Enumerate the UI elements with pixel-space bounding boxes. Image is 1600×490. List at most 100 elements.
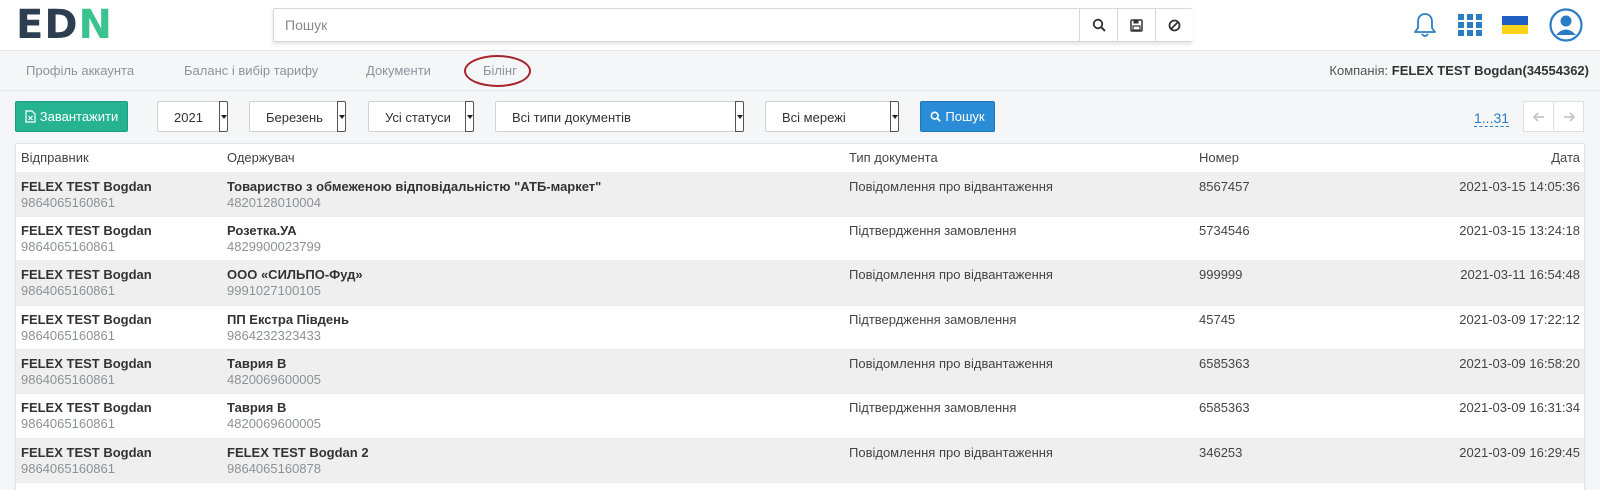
ban-icon [1168, 19, 1181, 31]
month-value: Березень [266, 110, 323, 125]
arrow-right-icon [1563, 111, 1575, 122]
sender-gln: 9864065160861 [21, 372, 115, 387]
company-info: Компанія: FELEX TEST Bogdan(34554362) [1329, 63, 1589, 79]
sender-gln: 9864065160861 [21, 239, 115, 254]
receiver-name: Таврия В [227, 356, 287, 371]
doc-number: 5734546 [1199, 223, 1250, 238]
prev-page-button[interactable] [1523, 101, 1554, 132]
table-header: Відправник Одержувач Тип документа Номер… [16, 144, 1584, 172]
sender-name: FELEX TEST Bogdan [21, 400, 152, 415]
save-icon [1130, 18, 1143, 32]
table-row[interactable]: FELEX TEST Bogdan 9864065160861 ПП Екстра… [16, 305, 1584, 350]
receiver-name: ООО «СИЛЬПО-Фуд» [227, 267, 363, 282]
billing-table: Відправник Одержувач Тип документа Номер… [15, 143, 1585, 490]
year-select[interactable]: 2021 [157, 101, 228, 132]
sender-gln: 9864065160861 [21, 416, 115, 431]
download-label: Завантажити [39, 109, 119, 124]
filter-search-label: Пошук [945, 109, 985, 124]
clear-search-button[interactable] [1155, 9, 1193, 41]
company-name: FELEX TEST Bogdan(34554362) [1391, 63, 1589, 78]
user-avatar-icon[interactable] [1548, 7, 1584, 43]
download-button[interactable]: Завантажити [15, 101, 128, 132]
receiver-name: Таврия В [227, 400, 287, 415]
file-excel-icon [25, 110, 36, 123]
edin-logo[interactable]: EDNI [16, 5, 113, 45]
ukraine-flag-icon[interactable] [1500, 10, 1530, 40]
receiver-gln: 9991027100105 [227, 283, 321, 298]
doc-number: 8567457 [1199, 179, 1250, 194]
table-row[interactable]: FELEX TEST Bogdan 9864065160861 FELEX TES… [16, 438, 1584, 483]
table-row[interactable]: FELEX TEST Bogdan 9864065160861 Таврия В4… [16, 349, 1584, 394]
search-icon [1092, 18, 1106, 32]
company-label: Компанія: [1329, 63, 1389, 78]
doc-date: 2021-03-15 13:24:18 [1459, 223, 1580, 238]
col-number[interactable]: Номер [1199, 150, 1239, 165]
sender-name: FELEX TEST Bogdan [21, 179, 152, 194]
receiver-name: FELEX TEST Bogdan 2 [227, 445, 369, 460]
doc-date: 2021-03-09 16:31:34 [1459, 400, 1580, 415]
sender-name: FELEX TEST Bogdan [21, 223, 152, 238]
doc-type: Підтвердження замовлення [849, 223, 1017, 238]
sender-gln: 9864065160861 [21, 461, 115, 476]
doc-number: 6585363 [1199, 400, 1250, 415]
month-select[interactable]: Березень [249, 101, 346, 132]
receiver-gln: 4820069600005 [227, 372, 321, 387]
chevron-down-icon [219, 101, 228, 132]
col-receiver[interactable]: Одержувач [227, 150, 295, 165]
doc-type: Повідомлення про відвантаження [849, 445, 1053, 460]
chevron-down-icon [890, 101, 899, 132]
col-sender[interactable]: Відправник [21, 150, 89, 165]
table-row[interactable]: FELEX TEST Bogdan 9864065160861 Таврия В4… [16, 393, 1584, 438]
networks-value: Всі мережі [782, 110, 846, 125]
status-select[interactable]: Усі статуси [368, 101, 474, 132]
receiver-gln: 4829900023799 [227, 239, 321, 254]
doc-type: Повідомлення про відвантаження [849, 179, 1053, 194]
sender-gln: 9864065160861 [21, 328, 115, 343]
search-icon [930, 111, 942, 122]
tab-documents[interactable]: Документи [366, 63, 431, 79]
receiver-gln: 9864232323433 [227, 328, 321, 343]
doc-date: 2021-03-09 17:22:12 [1459, 312, 1580, 327]
table-row[interactable]: FELEX TEST Bogdan 9864065160861 Розетка.У… [16, 216, 1584, 261]
doc-type: Підтвердження замовлення [849, 312, 1017, 327]
doc-type: Підтвердження замовлення [849, 400, 1017, 415]
chevron-down-icon [735, 101, 744, 132]
search-button[interactable] [1079, 9, 1117, 41]
doc-type: Повідомлення про відвантаження [849, 267, 1053, 282]
tab-account-profile[interactable]: Профіль аккаунта [26, 63, 134, 79]
doc-date: 2021-03-11 16:54:48 [1460, 267, 1580, 282]
search-bar [273, 8, 1193, 42]
table-row[interactable]: FELEX TEST Bogdan 9864065160861 ООО «СИЛЬ… [16, 260, 1584, 305]
billing-highlight-circle [464, 55, 531, 87]
tab-balance-tariff[interactable]: Баланс і вибір тарифу [184, 63, 318, 79]
apps-grid-icon[interactable] [1455, 10, 1485, 40]
col-doc-type[interactable]: Тип документа [849, 150, 938, 165]
status-value: Усі статуси [385, 110, 451, 125]
receiver-name: Товариство з обмеженою відповідальністю … [227, 179, 602, 194]
filter-search-button[interactable]: Пошук [920, 101, 995, 132]
doc-date: 2021-03-09 16:29:45 [1459, 445, 1580, 460]
save-search-button[interactable] [1117, 9, 1155, 41]
receiver-gln: 4820128010004 [227, 195, 321, 210]
doc-types-select[interactable]: Всі типи документів [495, 101, 744, 132]
pagination-range[interactable]: 1...31 [1474, 110, 1510, 127]
table-row[interactable]: FELEX TEST Bogdan 9864065160861 Товариств… [16, 172, 1584, 217]
doc-number: 999999 [1199, 267, 1243, 282]
doc-date: 2021-03-09 16:58:20 [1459, 356, 1580, 371]
sender-gln: 9864065160861 [21, 283, 115, 298]
sender-name: FELEX TEST Bogdan [21, 312, 152, 327]
receiver-name: Розетка.УА [227, 223, 297, 238]
doc-type: Повідомлення про відвантаження [849, 356, 1053, 371]
year-value: 2021 [174, 110, 203, 125]
bell-icon[interactable] [1410, 10, 1440, 40]
next-page-button[interactable] [1553, 101, 1584, 132]
doc-number: 346253 [1199, 445, 1243, 460]
doc-types-value: Всі типи документів [512, 110, 631, 125]
account-tabs: Профіль аккаунта Баланс і вибір тарифу Д… [0, 51, 1600, 91]
sender-gln: 9864065160861 [21, 195, 115, 210]
col-date[interactable]: Дата [1551, 150, 1580, 165]
networks-select[interactable]: Всі мережі [765, 101, 899, 132]
search-input[interactable] [274, 9, 1079, 41]
doc-date: 2021-03-15 14:05:36 [1459, 179, 1580, 194]
receiver-gln: 9864065160878 [227, 461, 321, 476]
